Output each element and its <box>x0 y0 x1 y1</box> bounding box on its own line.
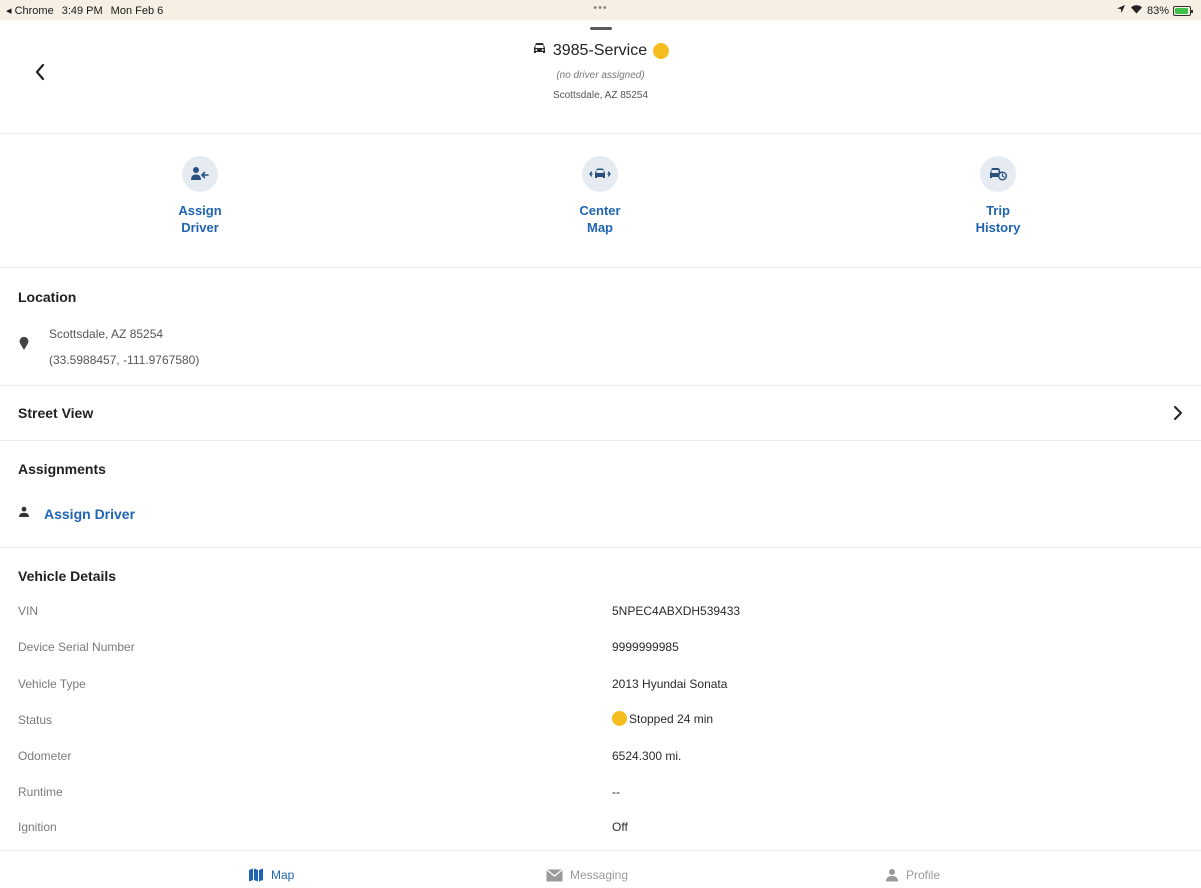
divider <box>0 547 1201 548</box>
status-bar: ◂ Chrome 3:49 PM Mon Feb 6 ••• 83% <box>0 0 1201 20</box>
multitasking-dots[interactable]: ••• <box>0 2 1201 14</box>
header-location: Scottsdale, AZ 85254 <box>552 90 649 101</box>
car-icon <box>532 42 547 60</box>
assign-driver-label-1: Assign <box>178 203 222 218</box>
assign-driver-link[interactable]: Assign Driver <box>18 505 135 523</box>
assign-driver-action[interactable]: Assign Driver <box>150 156 250 236</box>
location-section-title: Location <box>18 289 77 305</box>
center-map-action[interactable]: Center Map <box>550 156 650 236</box>
detail-label-vehicle-type: Vehicle Type <box>18 677 86 691</box>
assign-driver-link-label: Assign Driver <box>44 506 136 522</box>
assign-driver-label-2: Driver <box>181 220 219 235</box>
detail-value-status: Stopped 24 min <box>629 711 714 726</box>
trip-history-icon <box>990 168 1007 181</box>
center-map-label-2: Map <box>587 220 613 235</box>
detail-label-vin: VIN <box>18 604 39 618</box>
detail-value-device-serial: 9999999985 <box>612 640 679 654</box>
location-arrow-icon <box>1116 4 1126 17</box>
detail-value-vin: 5NPEC4ABXDH539433 <box>612 604 741 618</box>
location-coordinates: (33.5988457, -111.9767580) <box>49 353 200 367</box>
divider <box>0 440 1201 441</box>
detail-value-odometer: 6524.300 mi. <box>612 749 682 763</box>
sheet-grabber[interactable] <box>590 27 612 30</box>
vehicle-details-section-title: Vehicle Details <box>18 568 117 584</box>
center-map-label-1: Center <box>579 203 621 218</box>
trip-history-label-1: Trip <box>986 203 1010 218</box>
location-address: Scottsdale, AZ 85254 <box>49 327 164 341</box>
detail-label-device-serial: Device Serial Number <box>18 640 135 654</box>
detail-label-ignition: Ignition <box>18 820 57 834</box>
detail-value-ignition: Off <box>612 820 628 834</box>
tab-map[interactable]: Map <box>248 868 294 882</box>
tab-profile-label: Profile <box>906 868 941 882</box>
status-indicator <box>653 43 670 59</box>
assignments-section-title: Assignments <box>18 461 106 477</box>
battery-icon <box>1173 5 1193 16</box>
trip-history-action[interactable]: Trip History <box>948 156 1048 236</box>
detail-label-status: Status <box>18 713 53 727</box>
detail-value-vehicle-type: 2013 Hyundai Sonata <box>612 677 728 691</box>
tab-profile[interactable]: Profile <box>885 868 940 882</box>
status-indicator <box>612 711 627 726</box>
vehicle-detail-screen: ◂ Chrome 3:49 PM Mon Feb 6 ••• 83% 3985-… <box>0 0 1201 888</box>
detail-value-runtime: -- <box>612 785 620 799</box>
vehicle-header: 3985-Service (no driver assigned) Scotts… <box>0 42 1201 101</box>
map-pin-icon <box>19 336 29 355</box>
tab-bar: Map Messaging Profile <box>0 850 1201 888</box>
battery-percent: 83% <box>1146 4 1169 17</box>
chevron-right-icon <box>1172 404 1184 427</box>
assign-driver-icon <box>191 167 209 180</box>
street-view-label: Street View <box>18 405 94 421</box>
center-map-icon <box>589 168 611 178</box>
trip-history-label-2: History <box>975 220 1021 235</box>
profile-icon <box>886 869 898 882</box>
person-icon <box>18 505 30 523</box>
divider <box>0 267 1201 268</box>
divider <box>0 133 1201 134</box>
envelope-icon <box>546 868 563 881</box>
map-icon <box>249 868 263 882</box>
wifi-icon <box>1130 4 1143 17</box>
driver-subtitle: (no driver assigned) <box>556 70 645 81</box>
detail-label-odometer: Odometer <box>18 749 72 763</box>
detail-value-status-row: Stopped 24 min <box>612 711 713 726</box>
tab-messaging[interactable]: Messaging <box>546 868 628 882</box>
street-view-row[interactable]: Street View <box>0 386 1201 440</box>
detail-label-runtime: Runtime <box>18 785 63 799</box>
vehicle-title: 3985-Service <box>552 42 648 59</box>
tab-messaging-label: Messaging <box>570 868 629 882</box>
tab-map-label: Map <box>271 868 295 882</box>
